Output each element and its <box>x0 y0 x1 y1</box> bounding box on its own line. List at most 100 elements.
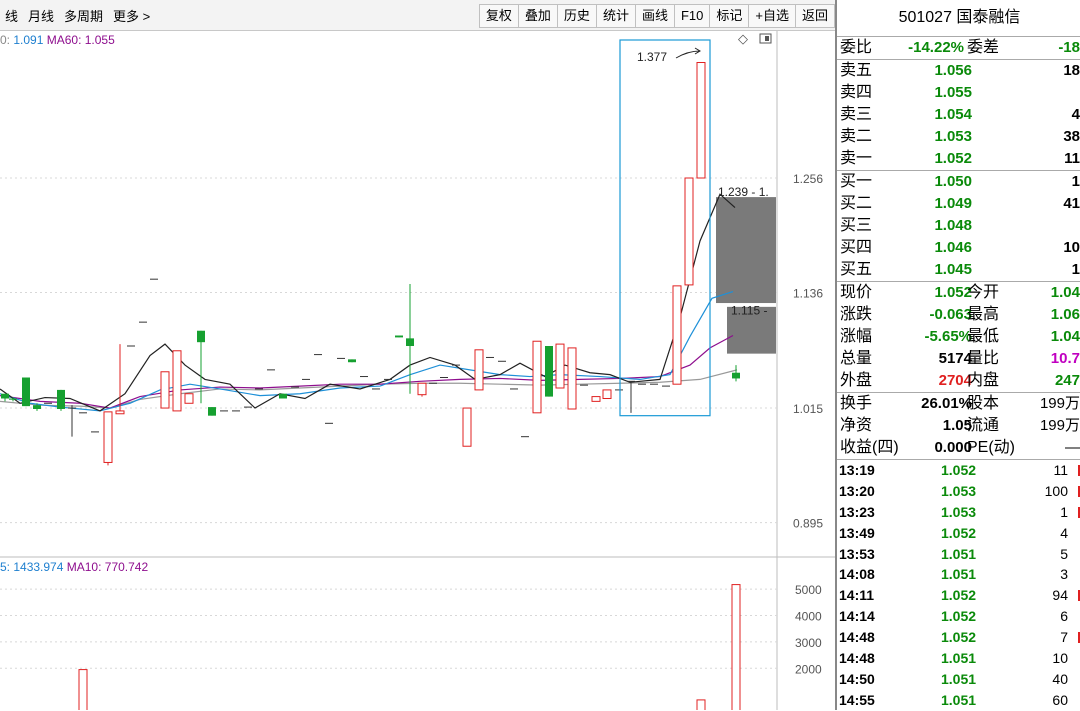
quote-row: 涨幅 -5.65% 最低 1.04 <box>837 326 1080 348</box>
stat-value: 199万 <box>1039 417 1080 434</box>
quote-label: 总量 <box>840 350 873 367</box>
tick-price: 1.051 <box>941 566 977 583</box>
volume-axis-label: 4000 <box>795 610 822 624</box>
quote-label: 涨幅 <box>840 328 873 345</box>
add-watchlist-button[interactable]: +自选 <box>748 4 796 28</box>
quote-value: 10.7 <box>1050 350 1080 367</box>
bid-row[interactable]: 买二 1.049 41 <box>837 193 1080 215</box>
buy-orders: 买一 1.050 1 买二 1.049 41 买三 1.048 买四 1.046 1… <box>837 171 1080 281</box>
stat-label: PE(动) <box>967 439 1016 456</box>
tick-row[interactable]: 14:08 1.051 3 <box>837 564 1080 585</box>
tick-row[interactable]: 14:11 1.052 94 <box>837 585 1080 606</box>
volume-ma-legend: 5: 1433.974 MA10: 770.742 <box>0 560 148 574</box>
stat-value: 199万 <box>1039 395 1080 412</box>
tick-row[interactable]: 14:55 1.051 60 <box>837 690 1080 711</box>
tick-row[interactable]: 14:48 1.052 7 <box>837 627 1080 648</box>
ask-row[interactable]: 卖四 1.055 <box>837 82 1080 104</box>
candle-up <box>172 350 182 412</box>
stat-label: 换手 <box>840 395 873 412</box>
ask-price: 1.056 <box>934 62 972 79</box>
candle-up <box>462 407 472 447</box>
draw-line-button[interactable]: 画线 <box>634 4 675 28</box>
diamond-icon: ◇ <box>738 32 748 47</box>
f10-button[interactable]: F10 <box>673 4 711 28</box>
kline-chart-area[interactable]: 1.256 1.136 1.015 0.895 5000 4000 3000 2000 1.37… <box>0 31 835 710</box>
candle-down <box>9 398 17 400</box>
tick-row[interactable]: 13:19 1.052 11 <box>837 460 1080 481</box>
vol-ma5-label: 5: <box>0 560 14 574</box>
candle-down <box>395 335 403 338</box>
quote-label: 今开 <box>967 284 1000 301</box>
history-button[interactable]: 历史 <box>556 4 597 28</box>
ma-gray-line <box>0 369 738 409</box>
ask-label: 卖二 <box>840 128 873 145</box>
bid-price: 1.045 <box>934 261 972 278</box>
ma30-value: 1.091 <box>13 33 44 47</box>
period-item-month[interactable]: 月线 <box>23 6 59 25</box>
tick-row[interactable]: 13:23 1.053 1 <box>837 502 1080 523</box>
bid-row[interactable]: 买五 1.045 1 <box>837 259 1080 281</box>
ask-row[interactable]: 卖二 1.053 38 <box>837 126 1080 148</box>
tick-row[interactable]: 13:49 1.052 4 <box>837 523 1080 544</box>
tick-volume: 60 <box>1052 691 1068 708</box>
ask-label: 卖一 <box>840 150 873 167</box>
bid-label: 买二 <box>840 195 873 212</box>
bid-label: 买一 <box>840 173 873 190</box>
ask-row[interactable]: 卖三 1.054 4 <box>837 104 1080 126</box>
quote-value: -0.063 <box>929 306 972 323</box>
candle-up <box>555 343 565 389</box>
candle-up <box>184 393 194 404</box>
ask-row[interactable]: 卖五 1.056 18 <box>837 60 1080 82</box>
quote-label: 内盘 <box>967 372 1000 389</box>
tick-price: 1.053 <box>941 503 977 520</box>
mark-button[interactable]: 标记 <box>709 4 750 28</box>
share-stats: 换手 26.01% 股本 199万 净资 1.05 流通 199万 收益(四) 0.… <box>837 393 1080 459</box>
period-menu: 线 月线 多周期 更多 > <box>0 0 155 30</box>
statistics-button[interactable]: 统计 <box>595 4 636 28</box>
tick-list[interactable]: 13:19 1.052 11 13:20 1.053 100 13:23 1.053… <box>837 460 1080 711</box>
tick-row[interactable]: 14:14 1.052 6 <box>837 606 1080 627</box>
bid-row[interactable]: 买四 1.046 10 <box>837 237 1080 259</box>
candle-up <box>684 177 694 286</box>
stat-row: 净资 1.05 流通 199万 <box>837 415 1080 437</box>
volume-bar <box>696 699 706 710</box>
candle-down <box>406 338 414 346</box>
tick-row[interactable]: 14:48 1.051 10 <box>837 648 1080 669</box>
tick-price: 1.051 <box>941 670 977 687</box>
candle-down <box>545 346 553 397</box>
period-item-line[interactable]: 线 <box>0 6 23 25</box>
bid-label: 买三 <box>840 217 873 234</box>
tick-price: 1.051 <box>941 545 977 562</box>
tick-time: 14:11 <box>839 587 875 604</box>
bid-volume: 41 <box>1063 195 1080 212</box>
tick-row[interactable]: 13:53 1.051 5 <box>837 544 1080 565</box>
candle-up <box>602 389 612 399</box>
candle-down <box>22 377 30 407</box>
candle-up <box>417 382 427 396</box>
ask-price: 1.054 <box>934 106 972 123</box>
ask-price: 1.053 <box>934 128 972 145</box>
stat-value: — <box>1065 439 1080 456</box>
quote-label: 最低 <box>967 328 1000 345</box>
ask-row[interactable]: 卖一 1.052 11 <box>837 148 1080 170</box>
kline-chart[interactable]: 1.256 1.136 1.015 0.895 5000 4000 3000 2000 1.37… <box>0 31 835 710</box>
fuquan-button[interactable]: 复权 <box>478 4 519 28</box>
bid-row[interactable]: 买三 1.048 <box>837 215 1080 237</box>
candle-down <box>57 389 65 409</box>
quote-row: 外盘 2704 内盘 247 <box>837 370 1080 392</box>
ask-label: 卖三 <box>840 106 873 123</box>
overlay-button[interactable]: 叠加 <box>517 4 558 28</box>
period-item-multi[interactable]: 多周期 <box>59 6 108 25</box>
tick-row[interactable]: 13:20 1.053 100 <box>837 481 1080 502</box>
tick-row[interactable]: 14:50 1.051 40 <box>837 669 1080 690</box>
quote-row: 现价 1.052 今开 1.04 <box>837 282 1080 304</box>
period-item-more[interactable]: 更多 > <box>108 6 155 25</box>
tick-price: 1.053 <box>941 482 977 499</box>
bid-row[interactable]: 买一 1.050 1 <box>837 171 1080 193</box>
stat-label: 净资 <box>840 417 873 434</box>
tick-volume: 4 <box>1060 524 1068 541</box>
price-ma-legend: 0: 1.091 MA60: 1.055 <box>0 33 115 47</box>
quote-label: 涨跌 <box>840 306 873 323</box>
tick-volume: 11 <box>1053 462 1068 478</box>
back-button[interactable]: 返回 <box>794 4 835 28</box>
